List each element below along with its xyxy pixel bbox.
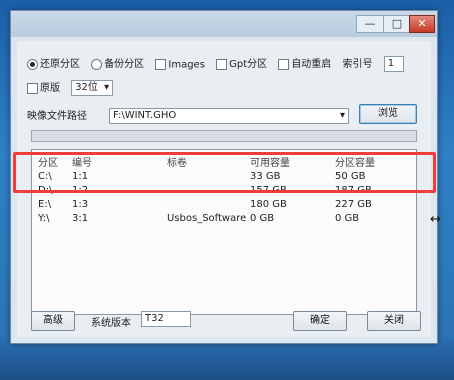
restore-radio-icon[interactable] [27,58,38,70]
minimize-button[interactable]: — [356,15,384,33]
close-button[interactable]: 关闭 [367,311,421,331]
images-option[interactable]: Images [155,58,205,70]
advanced-button[interactable]: 高级 [31,311,75,331]
chevron-down-icon: ▾ [339,109,345,121]
auto-restart-option[interactable]: 自动重启 [278,55,331,70]
index-field[interactable]: 1 [383,56,404,72]
chevron-down-icon: ▾ [104,82,110,93]
backup-option[interactable]: 备份分区 [91,55,144,70]
restore-option[interactable]: 还原分区 [27,55,80,70]
progress-bar [31,130,417,142]
options-row: 还原分区 备份分区 Images Gpt分区 自动重启 索引号 1 [27,55,421,72]
confirm-button[interactable]: 确定 [293,311,347,331]
index-label: 索引号 [342,59,373,70]
gpt-checkbox-icon[interactable] [216,58,228,70]
version-label: 系统版本 [91,318,131,329]
image-path-label: 映像文件路径 [27,111,87,122]
gpt-option[interactable]: Gpt分区 [216,55,267,70]
backup-radio-icon[interactable] [91,58,103,70]
images-checkbox-icon[interactable] [155,58,167,70]
image-path-input[interactable]: F:\WINT.GHO ▾ [109,107,349,124]
desktop-background [0,340,454,380]
original-checkbox-icon[interactable] [27,82,38,94]
maximize-button[interactable]: □ [383,15,411,33]
options-row-2: 原版 32位 ▾ [27,79,421,96]
title-bar: — □ ✕ [11,11,437,37]
original-option[interactable]: 原版 [27,79,60,94]
image-path-wrapper: F:\WINT.GHO ▾ [109,105,349,124]
bits-select[interactable]: 32位 ▾ [71,80,114,96]
resize-cursor-icon: ↔ [430,212,441,227]
red-highlight-box [13,152,436,193]
close-window-button[interactable]: ✕ [409,15,435,33]
version-field[interactable]: T32 [141,311,191,327]
auto-restart-checkbox-icon[interactable] [278,58,290,70]
browse-button[interactable]: 浏览 [359,104,417,124]
